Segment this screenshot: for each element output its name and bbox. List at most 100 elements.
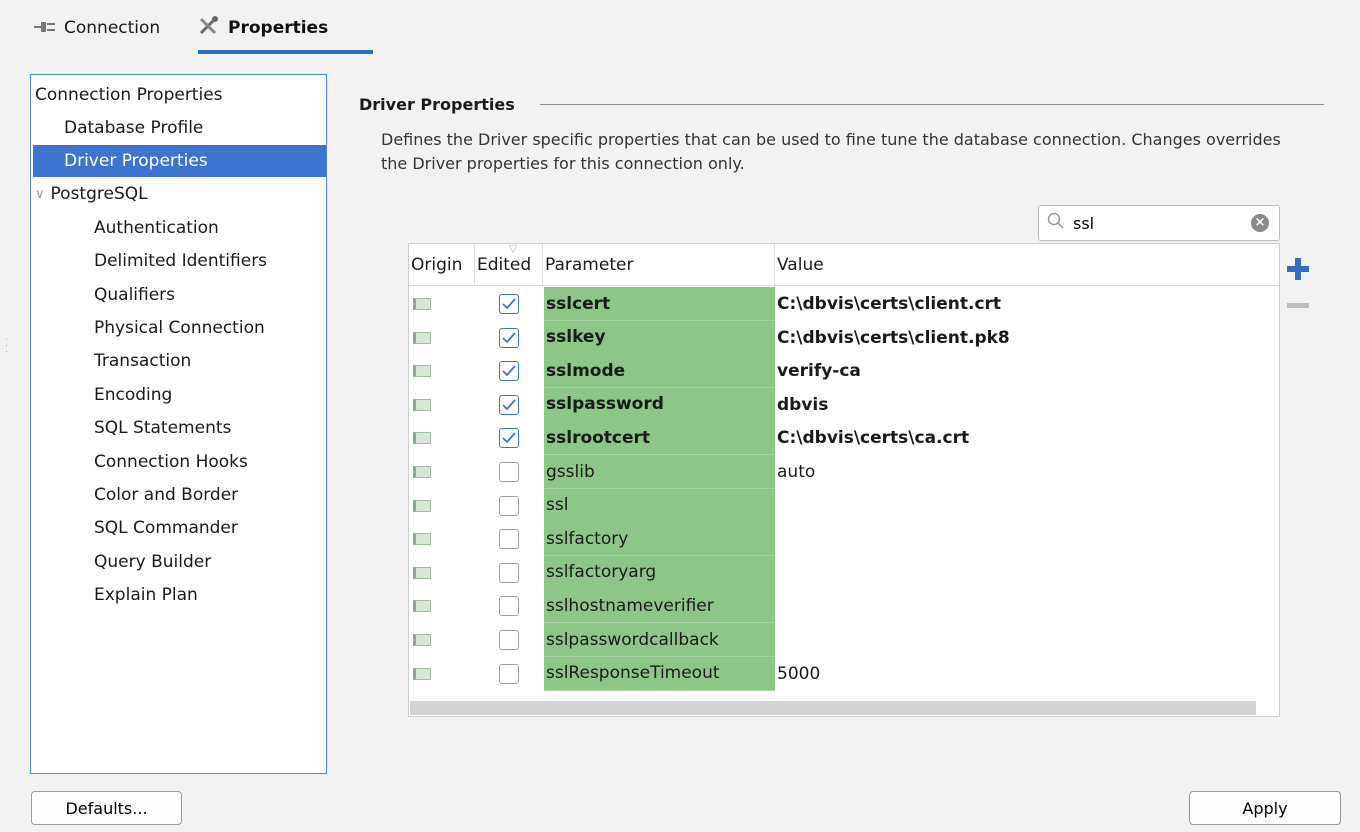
defaults-button[interactable]: Defaults... xyxy=(31,791,182,825)
column-header-label: Edited xyxy=(477,254,532,275)
column-header-label: Parameter xyxy=(545,254,634,275)
table-row[interactable]: sslkey C:\dbvis\certs\client.pk8 xyxy=(409,320,1279,355)
parameter-cell[interactable]: sslcert xyxy=(544,287,775,321)
nav-item-driver-properties[interactable]: Driver Properties xyxy=(64,145,208,177)
table-row[interactable]: sslResponseTimeout 5000 xyxy=(409,656,1279,691)
nav-item-query-builder[interactable]: Query Builder xyxy=(94,546,211,578)
edited-checkbox[interactable] xyxy=(499,663,519,684)
edited-checkbox[interactable] xyxy=(499,294,519,314)
parameter-cell[interactable]: sslfactoryarg xyxy=(544,555,775,590)
column-header-origin[interactable]: Origin xyxy=(409,244,475,286)
nav-item-color-and-border[interactable]: Color and Border xyxy=(94,479,238,511)
nav-item-qualifiers[interactable]: Qualifiers xyxy=(94,279,175,311)
edited-cell xyxy=(475,321,543,355)
splitter-grip[interactable]: · · · xyxy=(5,336,8,358)
nav-item-connection-properties[interactable]: Connection Properties xyxy=(35,79,223,111)
value-cell[interactable]: C:\dbvis\certs\client.crt xyxy=(777,287,1277,321)
edited-cell xyxy=(475,657,543,691)
column-header-parameter[interactable]: Parameter xyxy=(543,244,775,286)
edited-checkbox[interactable] xyxy=(499,394,519,415)
table-row[interactable]: sslpasswordcallback xyxy=(409,623,1279,657)
tab-properties-label: Properties xyxy=(228,18,329,38)
column-header-value[interactable]: Value xyxy=(775,244,1279,286)
nav-item-delimited-identifiers[interactable]: Delimited Identifiers xyxy=(94,245,267,277)
nav-item-sql-commander[interactable]: SQL Commander xyxy=(94,512,238,544)
origin-cell xyxy=(413,421,473,455)
edited-cell xyxy=(475,623,543,657)
origin-cell xyxy=(413,489,473,523)
parameter-cell[interactable]: sslrootcert xyxy=(544,421,775,456)
search-field[interactable]: × xyxy=(1038,205,1280,241)
value-cell[interactable]: auto xyxy=(777,455,1277,489)
parameter-cell[interactable]: sslmode xyxy=(544,354,775,389)
nav-item-transaction[interactable]: Transaction xyxy=(94,345,191,377)
parameter-cell[interactable]: ssl xyxy=(544,488,775,523)
nav-item-connection-hooks[interactable]: Connection Hooks xyxy=(94,446,248,478)
edited-checkbox[interactable] xyxy=(499,462,519,482)
origin-cell xyxy=(413,354,473,388)
tab-properties[interactable]: Properties xyxy=(198,10,328,46)
edited-cell xyxy=(475,489,543,523)
driver-origin-icon xyxy=(413,432,431,445)
remove-property-button[interactable] xyxy=(1287,303,1309,308)
parameter-cell[interactable]: sslResponseTimeout xyxy=(544,656,775,691)
value-cell[interactable] xyxy=(777,522,1277,556)
nav-item-explain-plan[interactable]: Explain Plan xyxy=(94,579,198,611)
edited-checkbox[interactable] xyxy=(499,529,519,550)
table-row[interactable]: sslmode verify-ca xyxy=(409,354,1279,389)
nav-item-authentication[interactable]: Authentication xyxy=(94,212,219,244)
driver-origin-icon xyxy=(413,398,431,411)
edited-cell xyxy=(475,421,543,455)
nav-item-postgresql[interactable]: ∨ PostgreSQL xyxy=(35,178,148,210)
table-row[interactable]: ssl xyxy=(409,488,1279,523)
value-cell[interactable] xyxy=(777,623,1277,657)
edited-checkbox[interactable] xyxy=(499,630,519,650)
horizontal-scrollbar[interactable] xyxy=(410,701,1256,715)
origin-cell xyxy=(413,455,473,489)
nav-item-sql-statements[interactable]: SQL Statements xyxy=(94,412,231,444)
edited-checkbox[interactable] xyxy=(499,495,519,516)
nav-item-database-profile[interactable]: Database Profile xyxy=(64,112,203,144)
table-row[interactable]: gsslib auto xyxy=(409,455,1279,489)
column-header-label: Origin xyxy=(411,254,463,275)
tab-connection[interactable]: Connection xyxy=(34,10,160,46)
parameter-cell[interactable]: sslkey xyxy=(544,320,775,355)
parameter-cell[interactable]: gsslib xyxy=(544,455,775,489)
origin-cell xyxy=(413,522,473,556)
value-cell[interactable] xyxy=(777,589,1277,623)
nav-item-label: Delimited Identifiers xyxy=(94,251,268,271)
chevron-down-icon[interactable]: ∨ xyxy=(35,187,45,202)
table-row[interactable]: sslcert C:\dbvis\certs\client.crt xyxy=(409,287,1279,321)
edited-checkbox[interactable] xyxy=(499,596,519,617)
edited-checkbox[interactable] xyxy=(499,327,519,348)
value-cell[interactable] xyxy=(777,556,1277,590)
parameter-cell[interactable]: sslfactory xyxy=(544,522,775,557)
value-cell[interactable]: 5000 xyxy=(777,657,1277,691)
search-input[interactable] xyxy=(1071,212,1231,234)
value-cell[interactable] xyxy=(777,489,1277,523)
table-row[interactable]: sslrootcert C:\dbvis\certs\ca.crt xyxy=(409,421,1279,456)
parameter-cell[interactable]: sslpassword xyxy=(544,387,775,422)
table-row[interactable]: sslpassword dbvis xyxy=(409,387,1279,422)
edited-checkbox[interactable] xyxy=(499,562,519,583)
edited-checkbox[interactable] xyxy=(499,361,519,382)
parameter-cell[interactable]: sslhostnameverifier xyxy=(544,589,775,624)
value-cell[interactable]: verify-ca xyxy=(777,354,1277,388)
clear-search-icon[interactable]: × xyxy=(1251,214,1269,232)
origin-cell xyxy=(413,388,473,422)
apply-button[interactable]: Apply xyxy=(1189,791,1341,825)
nav-item-label: Explain Plan xyxy=(94,585,198,605)
value-cell[interactable]: C:\dbvis\certs\client.pk8 xyxy=(777,321,1277,355)
table-row[interactable]: sslfactoryarg xyxy=(409,555,1279,590)
value-cell[interactable]: C:\dbvis\certs\ca.crt xyxy=(777,421,1277,455)
parameter-cell[interactable]: sslpasswordcallback xyxy=(544,623,775,657)
table-row[interactable]: sslhostnameverifier xyxy=(409,589,1279,624)
add-property-button[interactable] xyxy=(1287,258,1309,280)
driver-origin-icon xyxy=(413,566,431,579)
table-row[interactable]: sslfactory xyxy=(409,522,1279,557)
value-cell[interactable]: dbvis xyxy=(777,388,1277,422)
origin-cell xyxy=(413,321,473,355)
edited-checkbox[interactable] xyxy=(499,428,519,449)
nav-item-physical-connection[interactable]: Physical Connection xyxy=(94,312,265,344)
nav-item-encoding[interactable]: Encoding xyxy=(94,379,172,411)
